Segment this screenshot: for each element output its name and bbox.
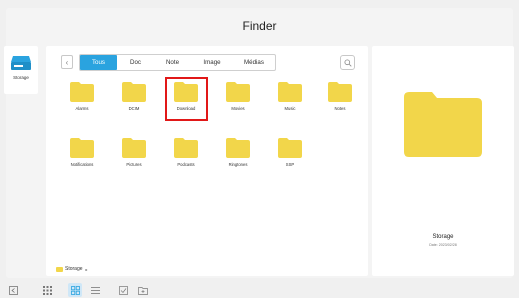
tab-medias[interactable]: Médias bbox=[233, 55, 275, 70]
folder-item[interactable]: Movies bbox=[218, 82, 258, 122]
preview-name: Storage bbox=[432, 234, 454, 240]
folder-name: Download bbox=[176, 106, 196, 111]
list-view-button[interactable] bbox=[88, 283, 102, 297]
list-view-icon bbox=[90, 286, 100, 294]
window-title: Finder bbox=[242, 19, 277, 33]
folder-name: Notes bbox=[334, 106, 346, 111]
folder-item[interactable]: DCIM bbox=[114, 82, 154, 122]
select-button[interactable] bbox=[116, 283, 130, 297]
chevron-left-icon: ‹ bbox=[65, 57, 69, 67]
new-folder-icon bbox=[138, 286, 148, 295]
exit-button[interactable] bbox=[6, 283, 20, 297]
back-button[interactable]: ‹ bbox=[61, 55, 73, 69]
folder-item[interactable]: Podcasts bbox=[166, 138, 206, 178]
folder-name: Alarms bbox=[75, 106, 89, 111]
breadcrumb: Storage ▸ bbox=[56, 264, 88, 274]
folder-item[interactable]: SSP bbox=[270, 138, 310, 178]
search-button[interactable] bbox=[340, 55, 355, 70]
folder-icon bbox=[70, 82, 94, 102]
preview-panel: Storage Date: 2023/02/28 bbox=[372, 46, 514, 276]
back-square-icon bbox=[8, 285, 18, 295]
grid-small-icon bbox=[42, 285, 52, 295]
large-grid-view-button[interactable] bbox=[68, 283, 82, 297]
folder-name: Notifications bbox=[70, 162, 94, 167]
category-tabs: Tous Doc Note Image Médias bbox=[79, 54, 276, 71]
folder-icon bbox=[278, 138, 302, 158]
folder-icon bbox=[226, 82, 250, 102]
folder-icon bbox=[174, 138, 198, 158]
folder-item[interactable]: Notes bbox=[320, 82, 360, 122]
caret-right-icon: ▸ bbox=[85, 266, 88, 272]
drive-icon bbox=[11, 56, 31, 70]
sidebar: Storage bbox=[4, 46, 38, 264]
folder-name: Music bbox=[284, 106, 296, 111]
folder-icon bbox=[122, 82, 146, 102]
folder-name: Movies bbox=[231, 106, 245, 111]
file-browser-panel: ‹ Tous Doc Note Image Médias Alarms DCIM… bbox=[46, 46, 368, 276]
sidebar-item-storage[interactable]: Storage bbox=[4, 46, 38, 94]
folder-item-selected[interactable]: Download bbox=[166, 82, 206, 122]
tab-tous[interactable]: Tous bbox=[80, 55, 117, 70]
tab-note[interactable]: Note bbox=[154, 55, 191, 70]
folder-item[interactable]: Alarms bbox=[62, 82, 102, 122]
folder-item[interactable]: Pictures bbox=[114, 138, 154, 178]
tab-image[interactable]: Image bbox=[191, 55, 233, 70]
folder-item[interactable]: Ringtones bbox=[218, 138, 258, 178]
folder-icon bbox=[278, 82, 302, 102]
breadcrumb-location[interactable]: Storage bbox=[65, 266, 83, 272]
folder-item[interactable]: Music bbox=[270, 82, 310, 122]
folder-name: SSP bbox=[285, 162, 295, 167]
folder-icon bbox=[174, 82, 198, 102]
checkbox-select-icon bbox=[118, 285, 128, 295]
folder-icon bbox=[328, 82, 352, 102]
folder-item[interactable]: Notifications bbox=[62, 138, 102, 178]
folder-name: Pictures bbox=[126, 162, 142, 167]
folder-name: DCIM bbox=[128, 106, 140, 111]
folder-icon bbox=[122, 138, 146, 158]
bottom-toolbar bbox=[6, 283, 166, 297]
folder-icon bbox=[70, 138, 94, 158]
folder-preview-icon bbox=[404, 92, 482, 157]
search-icon bbox=[343, 58, 352, 67]
preview-date: Date: 2023/02/28 bbox=[429, 243, 457, 247]
tab-doc[interactable]: Doc bbox=[117, 55, 154, 70]
folder-icon bbox=[226, 138, 250, 158]
folder-icon bbox=[56, 266, 63, 272]
grid-large-icon bbox=[70, 285, 80, 295]
sidebar-item-label: Storage bbox=[13, 75, 29, 80]
folder-name: Podcasts bbox=[177, 162, 195, 167]
folder-name: Ringtones bbox=[228, 162, 248, 167]
small-grid-view-button[interactable] bbox=[40, 283, 54, 297]
new-folder-button[interactable] bbox=[136, 283, 150, 297]
